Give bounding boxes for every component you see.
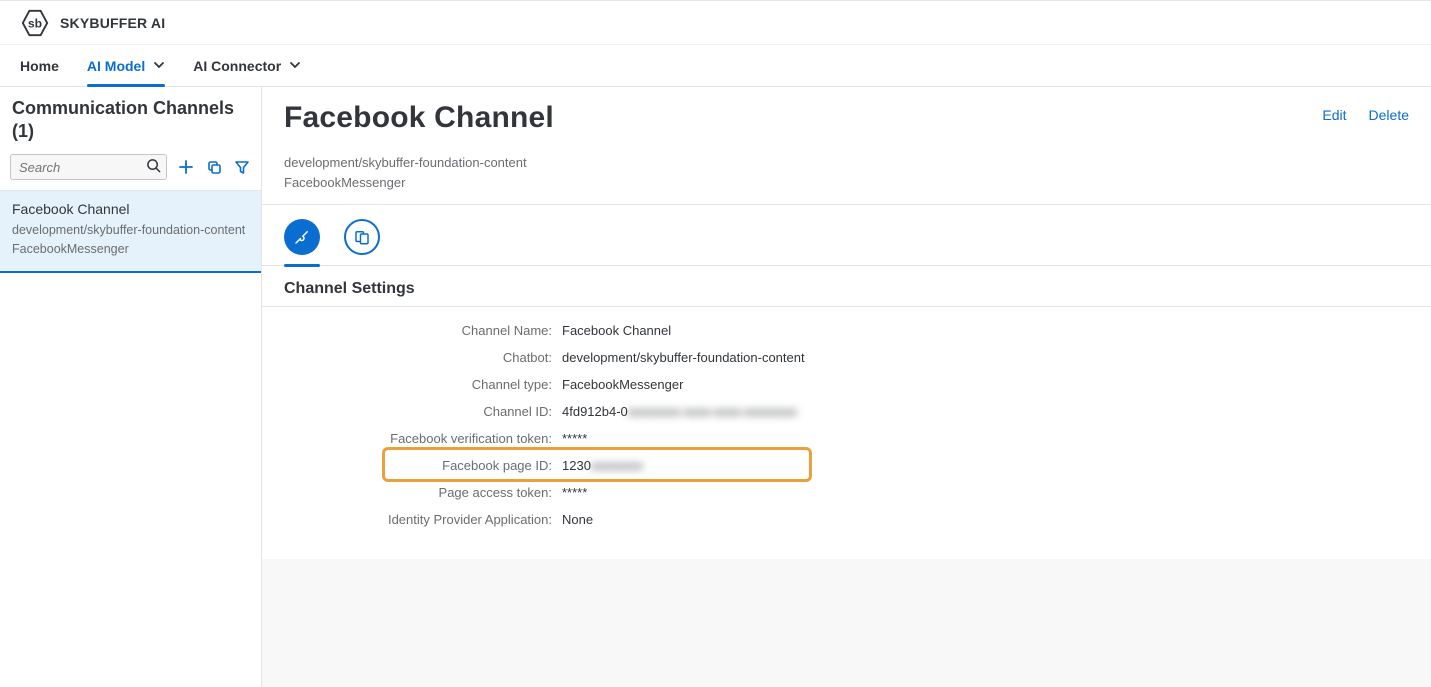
page-header: Facebook Channel Edit Delete — [262, 87, 1431, 139]
settings-form: Channel Name: Facebook Channel Chatbot: … — [262, 307, 1431, 559]
list-item-subtitle: development/skybuffer-foundation-content — [12, 221, 249, 240]
sidebar-toolbar — [0, 148, 261, 191]
tab-circle-row — [262, 205, 1431, 266]
delete-button[interactable]: Delete — [1369, 107, 1409, 123]
add-icon[interactable] — [177, 158, 195, 176]
field-page-access-token: Page access token: ***** — [284, 479, 1409, 506]
body-area: Communication Channels (1) Facebook Chan… — [0, 87, 1431, 687]
field-value: ***** — [562, 431, 587, 446]
nav-item-label: Home — [20, 58, 59, 74]
field-value: None — [562, 512, 593, 527]
sub-line: development/skybuffer-foundation-content — [284, 153, 1409, 173]
field-value: 1230xxxxxxxx — [562, 458, 643, 473]
filter-icon[interactable] — [233, 158, 251, 176]
field-chatbot: Chatbot: development/skybuffer-foundatio… — [284, 344, 1409, 371]
sidebar-list: Facebook Channel development/skybuffer-f… — [0, 191, 261, 687]
search-input[interactable] — [10, 154, 167, 180]
page-subheader: development/skybuffer-foundation-content… — [262, 139, 1431, 204]
edit-button[interactable]: Edit — [1322, 107, 1346, 123]
field-fb-page-id: Facebook page ID: 1230xxxxxxxx — [284, 452, 1409, 479]
field-value: Facebook Channel — [562, 323, 671, 338]
field-label: Facebook verification token: — [284, 431, 562, 446]
app-title: SKYBUFFER AI — [60, 15, 165, 31]
field-label: Identity Provider Application: — [284, 512, 562, 527]
copy-icon[interactable] — [205, 158, 223, 176]
field-channel-type: Channel type: FacebookMessenger — [284, 371, 1409, 398]
search-icon[interactable] — [146, 158, 161, 176]
field-label: Page access token: — [284, 485, 562, 500]
field-channel-name: Channel Name: Facebook Channel — [284, 317, 1409, 344]
nav-item-label: AI Connector — [193, 58, 281, 74]
top-nav: Home AI Model AI Connector — [0, 45, 1431, 87]
section-title: Channel Settings — [262, 266, 1431, 306]
nav-item-home[interactable]: Home — [20, 45, 59, 86]
field-value-visible: 1230 — [562, 458, 591, 473]
sub-line: FacebookMessenger — [284, 173, 1409, 193]
field-value: development/skybuffer-foundation-content — [562, 350, 805, 365]
field-value: 4fd912b4-0xxxxxxxx-xxxx-xxxx-xxxxxxxx — [562, 404, 797, 419]
chevron-down-icon — [289, 58, 301, 74]
list-item[interactable]: Facebook Channel development/skybuffer-f… — [0, 191, 261, 273]
field-label: Chatbot: — [284, 350, 562, 365]
chevron-down-icon — [153, 58, 165, 74]
field-channel-id: Channel ID: 4fd912b4-0xxxxxxxx-xxxx-xxxx… — [284, 398, 1409, 425]
tab-settings-icon[interactable] — [284, 219, 320, 255]
field-value: FacebookMessenger — [562, 377, 683, 392]
field-label: Channel Name: — [284, 323, 562, 338]
field-label: Facebook page ID: — [284, 458, 562, 473]
svg-text:sb: sb — [28, 16, 42, 30]
field-idp-application: Identity Provider Application: None — [284, 506, 1409, 533]
sidebar: Communication Channels (1) Facebook Chan… — [0, 87, 262, 687]
field-value: ***** — [562, 485, 587, 500]
field-value-redacted: xxxxxxxx — [591, 458, 643, 473]
sidebar-title: Communication Channels (1) — [0, 87, 261, 148]
field-fb-verification-token: Facebook verification token: ***** — [284, 425, 1409, 452]
field-label: Channel type: — [284, 377, 562, 392]
app-logo: sb — [20, 8, 50, 38]
field-value-visible: 4fd912b4-0 — [562, 404, 628, 419]
tab-secondary-icon[interactable] — [344, 219, 380, 255]
content-card: Facebook Channel Edit Delete development… — [262, 87, 1431, 559]
list-item-subtitle: FacebookMessenger — [12, 240, 249, 259]
nav-item-label: AI Model — [87, 58, 145, 74]
header-actions: Edit Delete — [1322, 107, 1409, 123]
field-label: Channel ID: — [284, 404, 562, 419]
main: Facebook Channel Edit Delete development… — [262, 87, 1431, 687]
nav-item-ai-connector[interactable]: AI Connector — [193, 45, 301, 86]
page-title: Facebook Channel — [284, 101, 1322, 135]
list-item-title: Facebook Channel — [12, 201, 249, 217]
search-wrap — [10, 154, 167, 180]
app-header: sb SKYBUFFER AI — [0, 0, 1431, 45]
nav-item-ai-model[interactable]: AI Model — [87, 45, 165, 86]
field-value-redacted: xxxxxxxx-xxxx-xxxx-xxxxxxxx — [628, 404, 797, 419]
